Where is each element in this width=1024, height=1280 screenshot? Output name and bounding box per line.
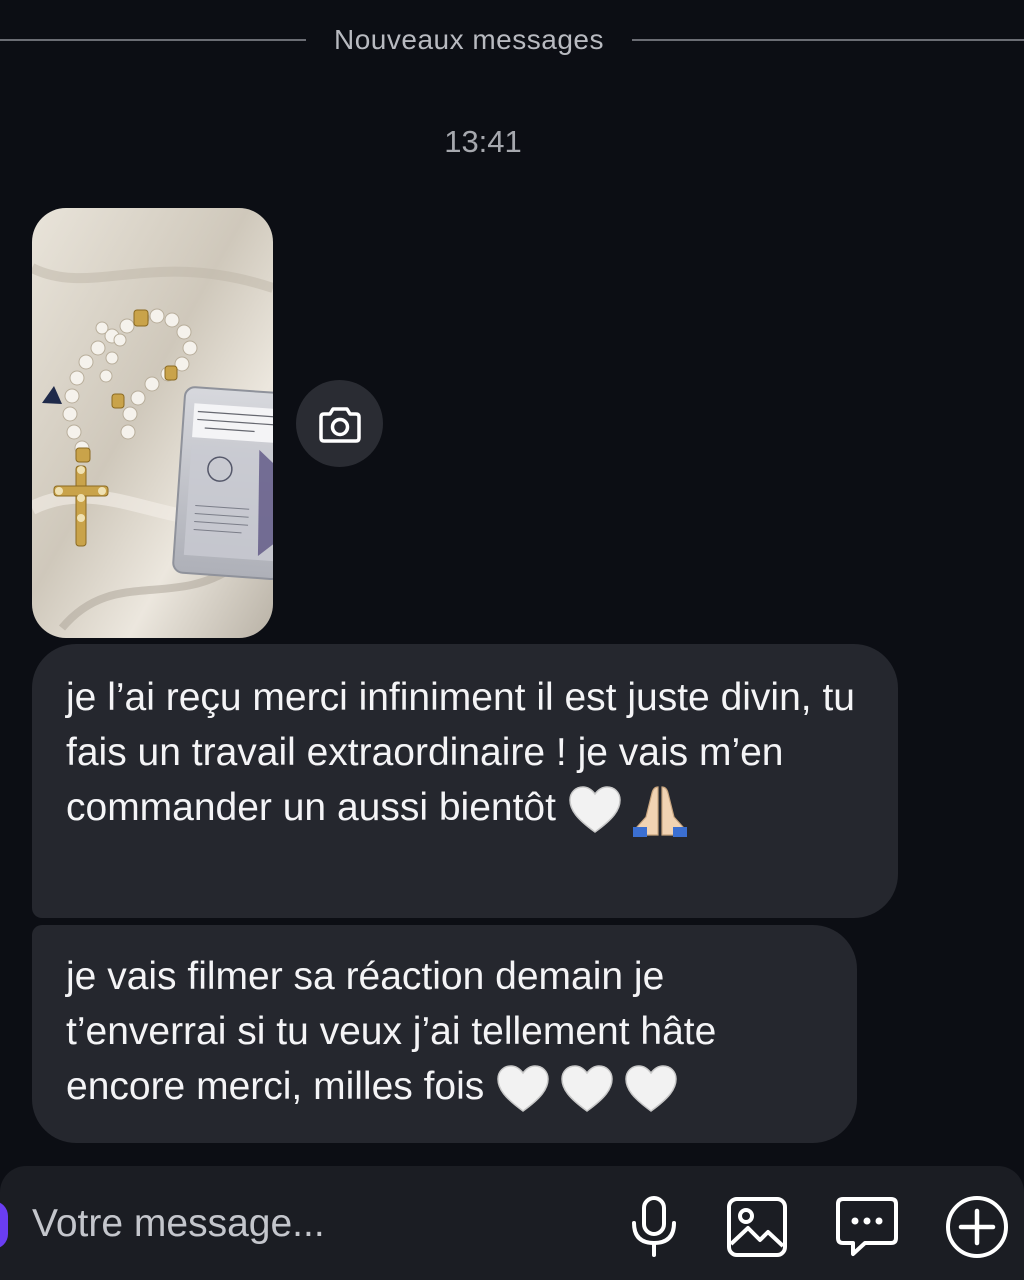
message-dots-icon [836,1197,898,1256]
message-input[interactable] [32,1194,592,1254]
divider-line-right [631,39,1024,41]
microphone-icon [632,1196,676,1257]
accent-button[interactable] [0,1201,8,1249]
gallery-button[interactable] [722,1192,792,1262]
camera-icon [318,406,361,443]
new-messages-divider: Nouveaux messages [0,18,1024,62]
message-bubble-1[interactable]: je l’ai reçu merci infiniment il est jus… [32,644,898,918]
white-heart-icon [561,1064,613,1112]
new-messages-label: Nouveaux messages [334,24,604,55]
microphone-button[interactable] [619,1192,689,1262]
message-timestamp: 13:41 [444,124,522,159]
emoji-row-1 [567,783,689,837]
white-heart-icon [569,785,621,833]
add-circle-icon [946,1196,1008,1258]
quick-reply-button[interactable] [832,1192,902,1262]
add-button[interactable] [942,1192,1012,1262]
photo-message[interactable] [32,208,273,638]
message-bubble-2[interactable]: je vais filmer sa réaction demain je t’e… [32,925,857,1143]
image-icon [727,1197,787,1257]
divider-line-left [0,39,306,41]
message-text-1: je l’ai reçu merci infiniment il est jus… [66,676,855,829]
folded-hands-icon [632,786,687,837]
emoji-row-2 [495,1064,679,1114]
message-composer [0,1166,1024,1280]
camera-button[interactable] [296,380,383,467]
white-heart-icon [625,1064,677,1112]
white-heart-icon [497,1064,549,1112]
photo-thumbnail [32,208,273,638]
